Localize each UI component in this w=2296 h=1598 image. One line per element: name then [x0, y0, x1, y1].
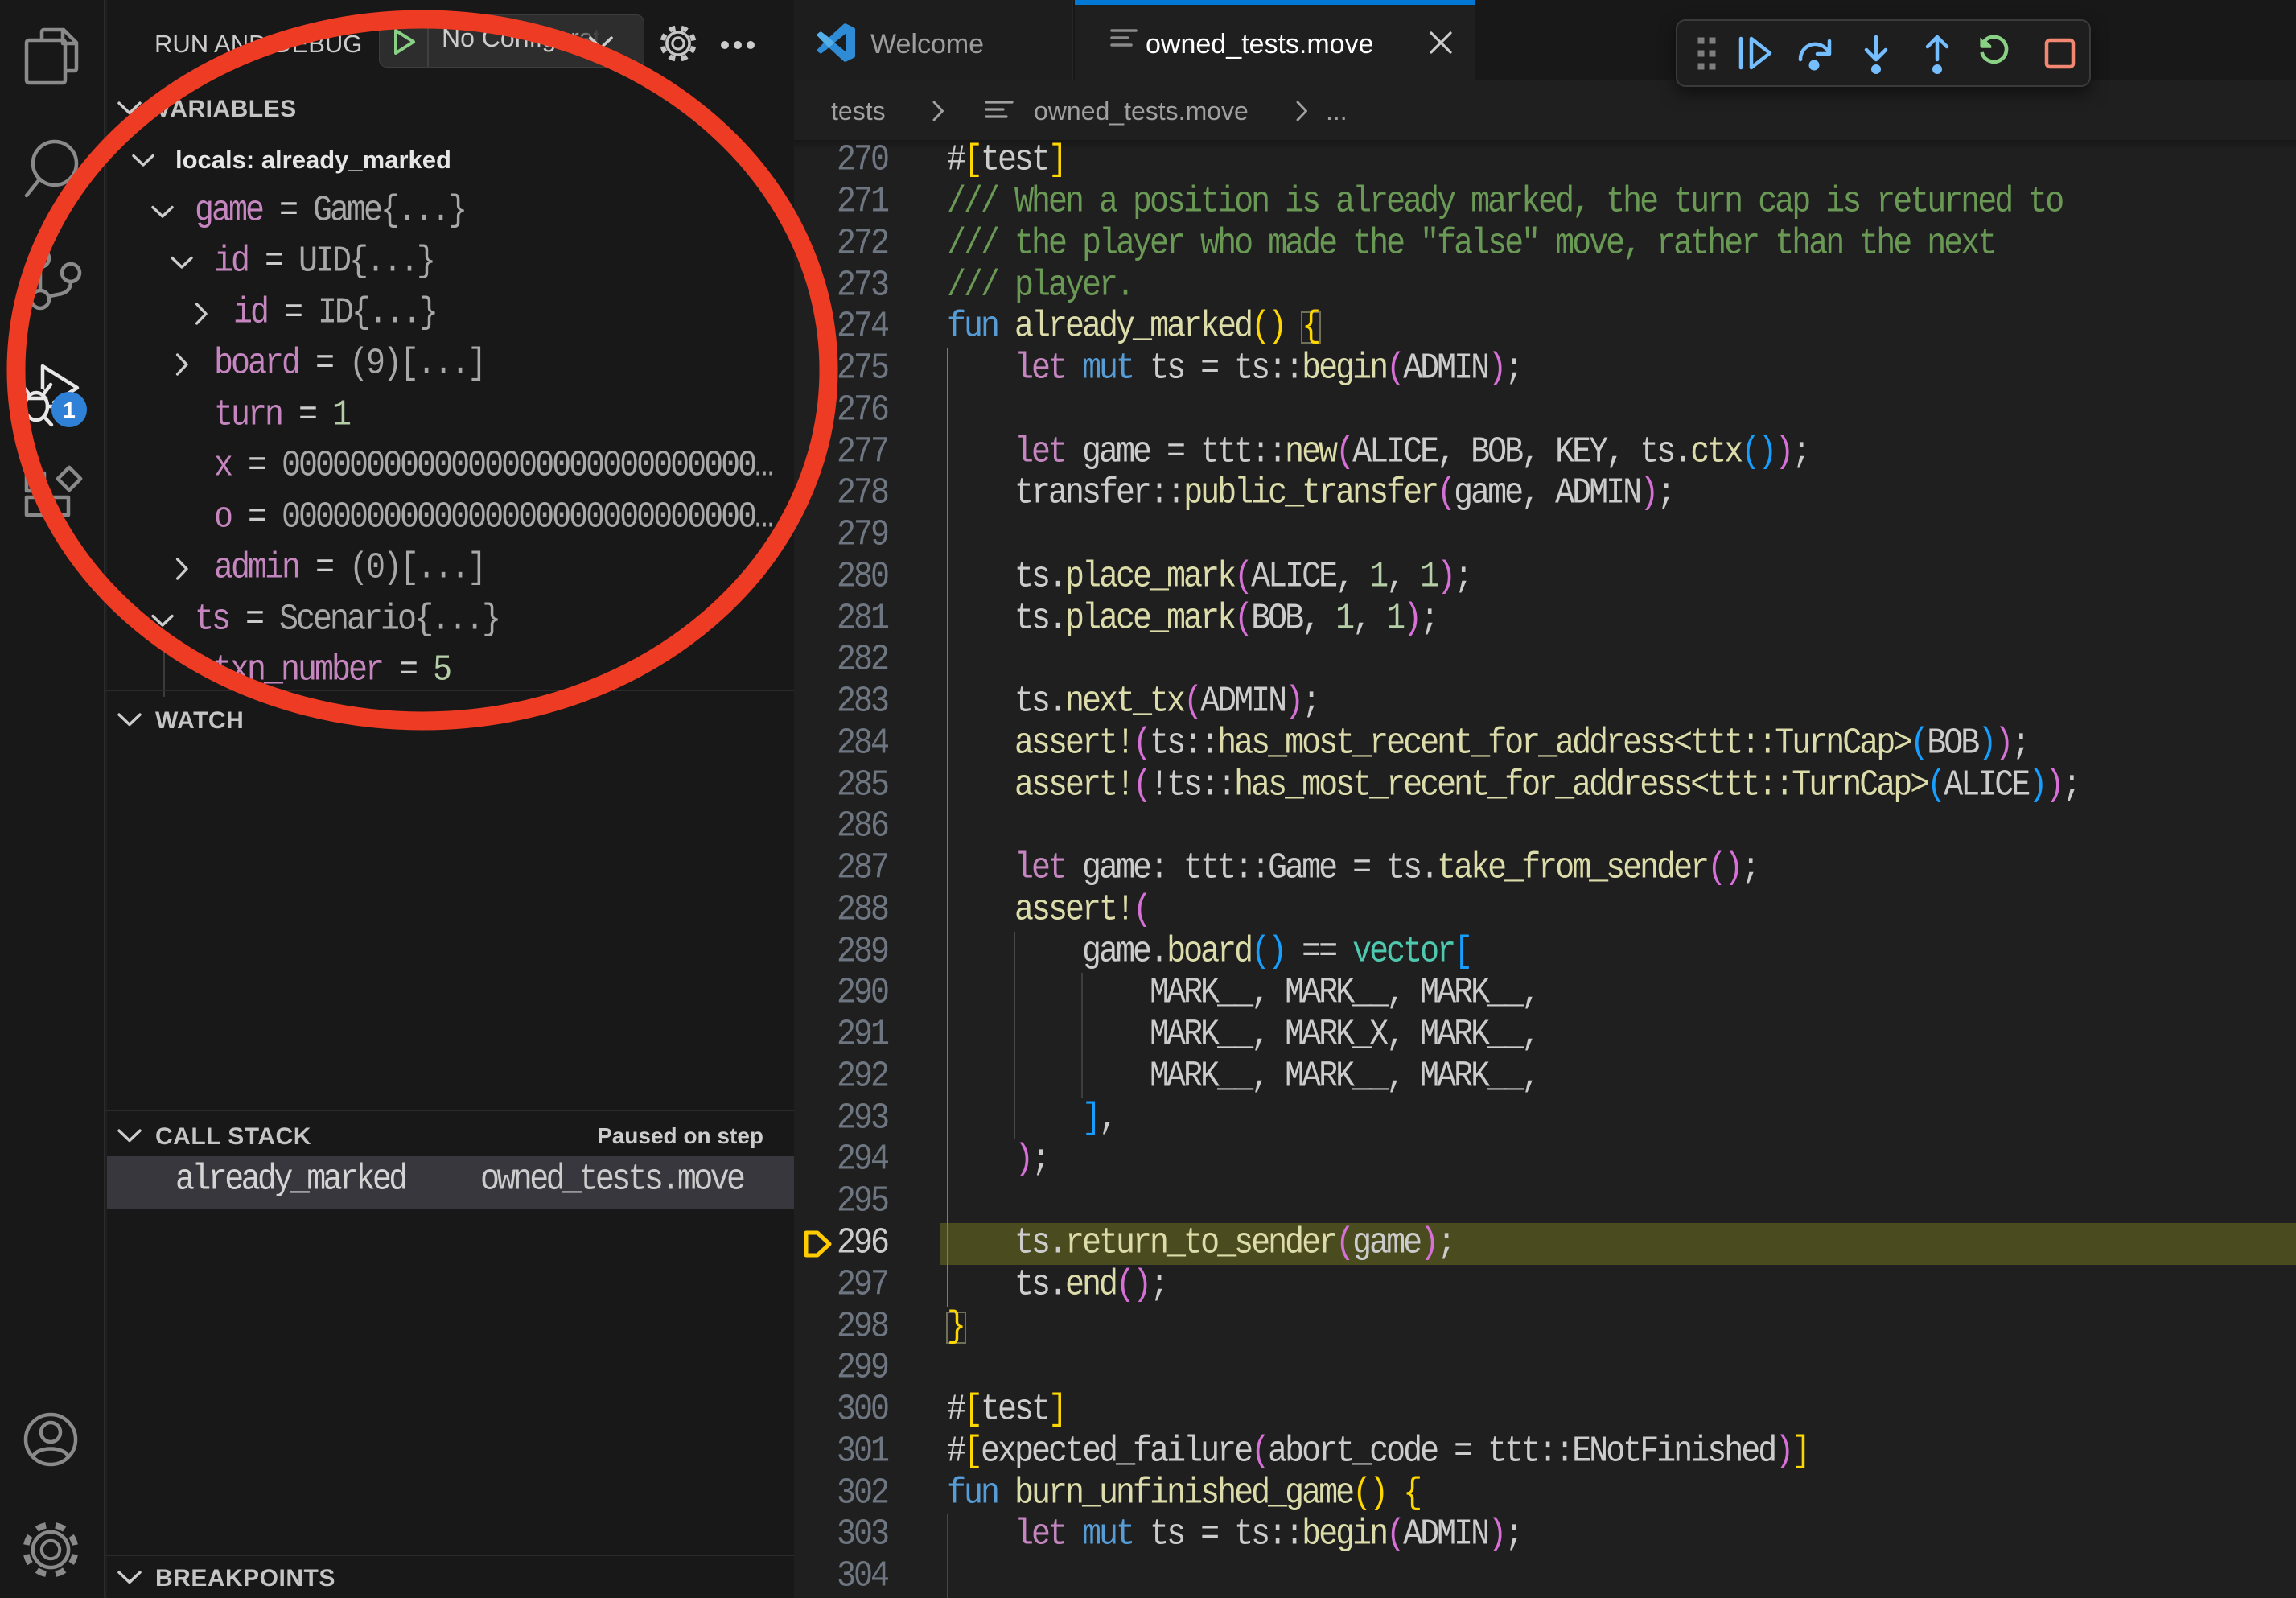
- svg-text:1: 1: [63, 397, 76, 422]
